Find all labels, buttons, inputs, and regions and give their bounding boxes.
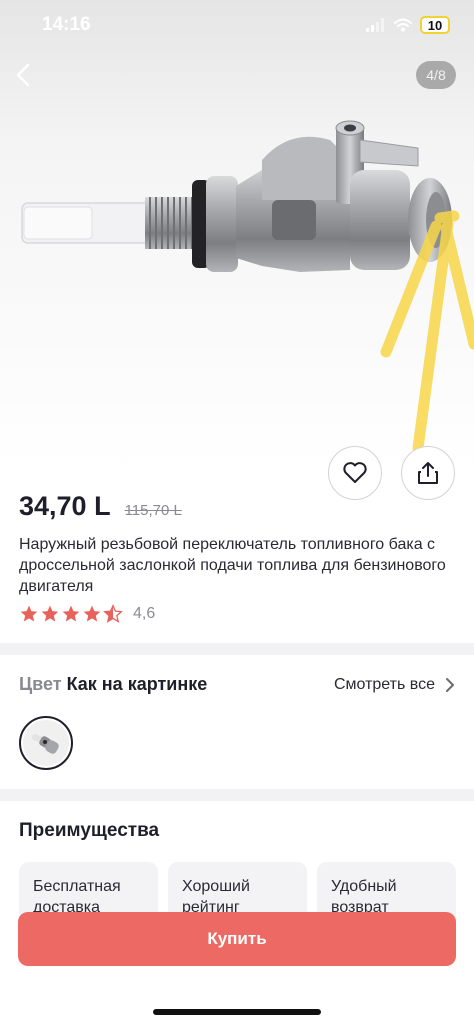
chevron-right-icon [446,677,454,692]
wifi-icon [394,18,412,32]
status-time: 14:16 [42,14,91,35]
price-row: 34,70 L 115,70 L [19,491,182,522]
buy-button[interactable]: Купить [18,912,456,966]
heart-icon [343,462,367,483]
star-icon [20,605,38,622]
product-title: Наружный резьбовой переключатель топливн… [19,536,446,595]
home-indicator [153,1009,321,1015]
advantage-line: Хороший [182,878,250,895]
status-icons: 10 [366,16,450,34]
advantage-line: Удобный [331,878,397,895]
product-gallery[interactable]: 4/8 [0,0,474,472]
old-price: 115,70 L [124,502,182,519]
favorite-button[interactable] [328,446,382,500]
advantage-line: Бесплатная [33,878,121,895]
signal-icon [366,18,384,32]
product-image [21,120,474,454]
color-swatch[interactable] [19,716,73,770]
star-icon [62,605,80,622]
star-icon [41,605,59,622]
status-bar: 14:16 10 [0,0,474,52]
section-divider [0,643,474,655]
battery-indicator: 10 [420,16,450,34]
chevron-left-icon [16,63,30,87]
color-selector-header: Цвет Как на картинке Смотреть все [19,674,455,695]
star-icon [83,605,101,622]
rating-value: 4,6 [133,605,156,622]
rating-stars [19,604,123,624]
see-all-label: Смотреть все [333,675,435,693]
rating-row[interactable]: 4,6 [19,604,155,624]
color-swatch-thumbnail [23,720,69,766]
color-value: Как на картинке [66,674,208,694]
share-icon [418,462,438,484]
image-counter: 4/8 [416,61,456,89]
see-all-link[interactable]: Смотреть все [334,676,455,694]
price: 34,70 L [19,491,111,521]
section-divider [0,789,474,801]
advantages-title: Преимущества [19,820,160,841]
color-label: Цвет [19,674,62,694]
product-thumbnail [31,734,59,754]
color-label-group: Цвет Как на картинке [19,674,207,695]
back-button[interactable] [10,60,38,90]
star-half-icon [103,604,123,623]
share-button[interactable] [401,446,455,500]
